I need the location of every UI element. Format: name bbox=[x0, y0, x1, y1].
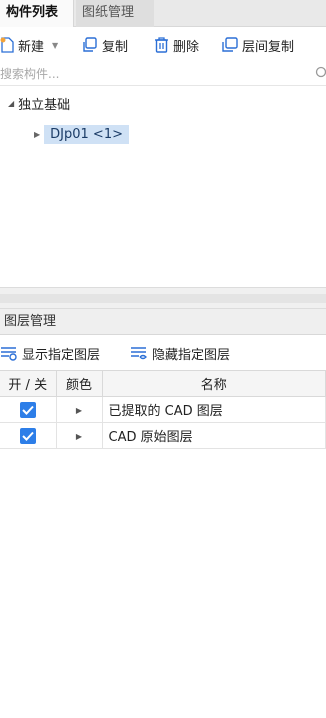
floor-copy-button[interactable]: 层间复制 bbox=[222, 34, 294, 56]
tree-node-label-selected: DJp01 <1> bbox=[44, 124, 129, 144]
new-icon bbox=[0, 37, 14, 53]
new-button-label: 新建 bbox=[18, 39, 45, 55]
layer-name-cell: CAD 原始图层 bbox=[102, 422, 326, 449]
layer-color-cell[interactable]: ▶ bbox=[56, 396, 103, 423]
hide-layer-button[interactable]: 隐藏指定图层 bbox=[130, 343, 230, 363]
column-header-color: 颜色 bbox=[56, 370, 103, 397]
show-layer-label: 显示指定图层 bbox=[22, 347, 101, 363]
copy-button-label: 复制 bbox=[102, 39, 129, 55]
search-bar bbox=[0, 62, 326, 86]
hide-layer-icon bbox=[131, 347, 147, 360]
show-layer-button[interactable]: 显示指定图层 bbox=[0, 343, 100, 363]
layer-visible-checkbox[interactable] bbox=[19, 401, 36, 418]
column-header-on-off: 开 / 关 bbox=[0, 370, 57, 397]
show-layer-icon bbox=[1, 347, 17, 361]
table-row[interactable]: ▶ CAD 原始图层 bbox=[0, 422, 326, 449]
layer-table-header: 开 / 关 颜色 名称 bbox=[0, 370, 326, 397]
splitter-handle[interactable] bbox=[0, 294, 326, 303]
layer-panel-title: 图层管理 bbox=[0, 309, 326, 335]
tree-node-label: 独立基础 bbox=[18, 97, 71, 113]
check-icon bbox=[22, 405, 34, 415]
check-icon bbox=[22, 431, 34, 441]
delete-button-label: 删除 bbox=[173, 39, 200, 55]
layer-toggle-cell bbox=[0, 422, 57, 449]
expand-arrow-icon[interactable]: ▶ bbox=[34, 130, 40, 139]
new-dropdown-icon[interactable]: ▼ bbox=[52, 41, 58, 50]
layer-color-cell[interactable]: ▶ bbox=[56, 422, 103, 449]
tree-node-root[interactable]: ◢ 独立基础 bbox=[8, 92, 70, 114]
tree-node-child[interactable]: ▶ DJp01 <1> bbox=[34, 122, 129, 146]
delete-button[interactable]: 删除 bbox=[154, 34, 199, 56]
component-tree: ◢ 独立基础 ▶ DJp01 <1> bbox=[0, 88, 326, 288]
trash-icon bbox=[155, 37, 168, 53]
tab-bar: 构件列表 图纸管理 bbox=[0, 0, 326, 27]
floor-copy-icon bbox=[222, 37, 238, 52]
layer-visible-checkbox[interactable] bbox=[19, 427, 36, 444]
tab-drawing-management[interactable]: 图纸管理 bbox=[76, 0, 154, 27]
layer-name-cell: 已提取的 CAD 图层 bbox=[102, 396, 326, 423]
component-toolbar: 新建 ▼ 复制 删除 层间复制 bbox=[0, 28, 326, 62]
column-header-name: 名称 bbox=[102, 370, 326, 397]
panel-splitter[interactable] bbox=[0, 287, 326, 309]
search-input[interactable] bbox=[0, 62, 300, 85]
copy-button[interactable]: 复制 bbox=[82, 34, 128, 56]
hide-layer-label: 隐藏指定图层 bbox=[152, 347, 231, 363]
expand-arrow-icon[interactable]: ▶ bbox=[76, 406, 82, 415]
tab-component-list[interactable]: 构件列表 bbox=[0, 0, 74, 27]
collapse-arrow-icon[interactable]: ◢ bbox=[8, 99, 14, 108]
table-row[interactable]: ▶ 已提取的 CAD 图层 bbox=[0, 396, 326, 423]
floor-copy-button-label: 层间复制 bbox=[242, 39, 295, 55]
copy-icon bbox=[83, 37, 97, 52]
layer-table: 开 / 关 颜色 名称 ▶ 已提取的 CAD 图层 ▶ CAD 原始图层 bbox=[0, 370, 326, 449]
new-button[interactable]: 新建 ▼ bbox=[0, 34, 58, 56]
layer-toggle-cell bbox=[0, 396, 57, 423]
search-icon[interactable] bbox=[314, 66, 326, 80]
expand-arrow-icon[interactable]: ▶ bbox=[76, 432, 82, 441]
layer-toolbar: 显示指定图层 隐藏指定图层 bbox=[0, 336, 326, 368]
